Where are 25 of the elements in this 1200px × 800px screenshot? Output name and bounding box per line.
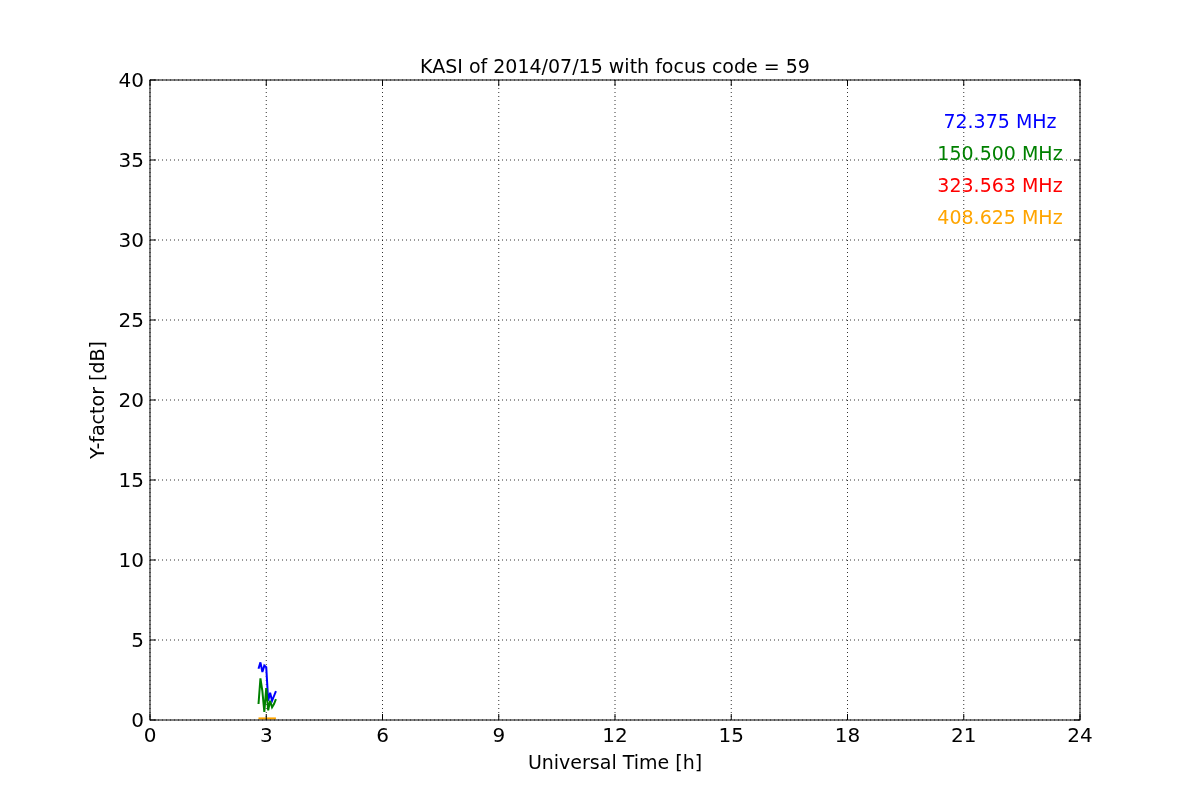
y-tick-label: 20	[118, 388, 144, 412]
x-tick-label: 15	[718, 723, 744, 747]
x-tick-label: 12	[602, 723, 628, 747]
x-tick-label: 21	[951, 723, 977, 747]
x-tick-label: 0	[143, 723, 157, 747]
chart-title: KASI of 2014/07/15 with focus code = 59	[420, 55, 810, 77]
x-tick-label: 18	[834, 723, 861, 747]
x-axis-label: Universal Time [h]	[527, 751, 703, 773]
y-tick-label: 15	[118, 468, 144, 492]
x-tick-label: 6	[376, 723, 389, 747]
x-tick-label: 9	[492, 723, 506, 747]
y-tick-label: 40	[118, 68, 144, 92]
y-tick-label: 25	[118, 308, 144, 332]
y-tick-label: 30	[118, 228, 144, 252]
y-tick-label: 10	[118, 548, 144, 572]
x-tick-label: 3	[259, 723, 273, 747]
legend-label: 408.625 MHz	[937, 206, 1063, 228]
legend-label: 72.375 MHz	[943, 110, 1057, 132]
y-tick-label: 5	[131, 628, 144, 652]
y-tick-label: 35	[118, 148, 144, 172]
x-tick-label: 24	[1067, 723, 1093, 747]
y-axis-label: Y-factor [dB]	[86, 341, 108, 459]
y-tick-label: 0	[131, 708, 144, 732]
legend-label: 323.563 MHz	[937, 174, 1063, 196]
legend-label: 150.500 MHz	[937, 142, 1063, 164]
